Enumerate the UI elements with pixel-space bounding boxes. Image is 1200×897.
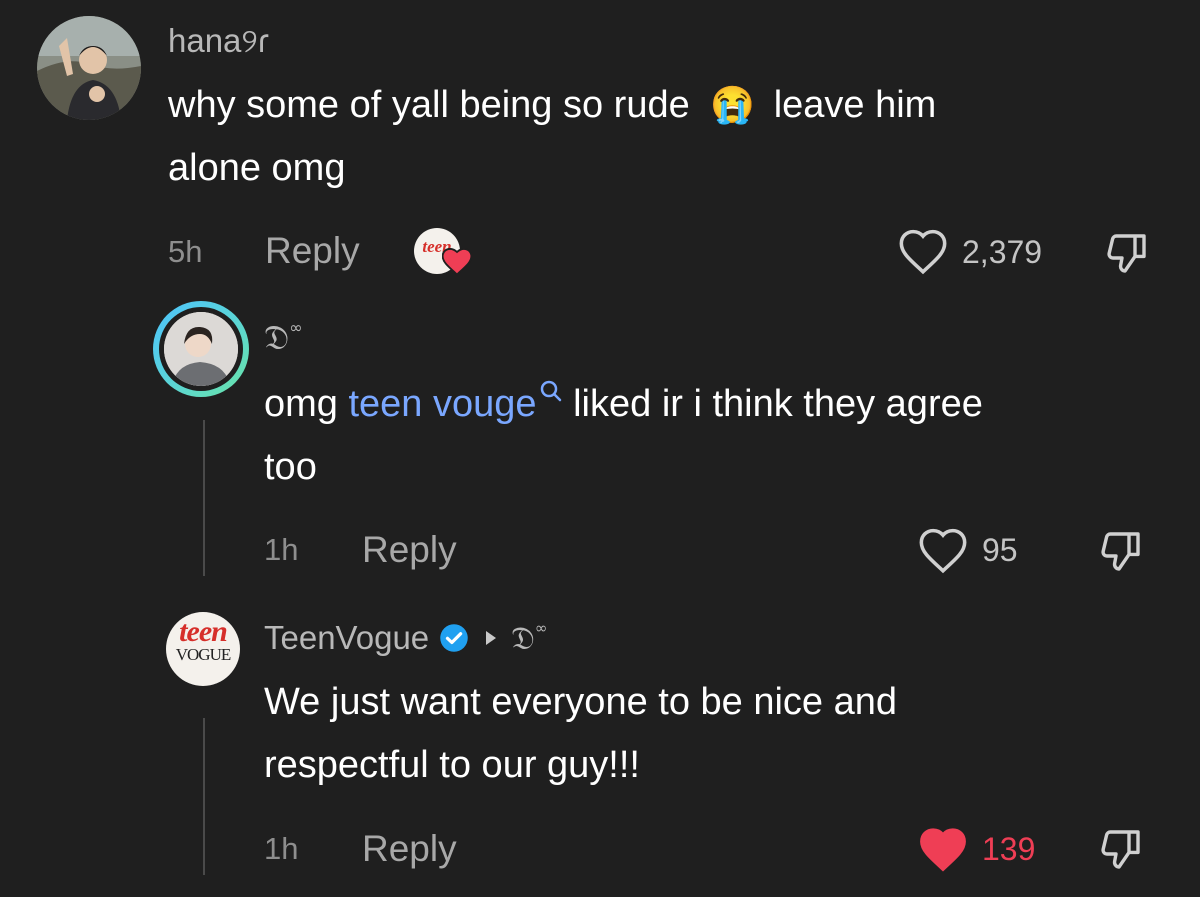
reply-to-sup: ∞ [534,618,548,637]
comment-text-line2: alone omg [168,147,346,189]
reply-arrow-icon [486,631,497,645]
reply-button[interactable]: Reply [265,230,360,272]
username-text: 𝔇 [264,318,290,358]
heart-icon [442,248,472,276]
comment-text: omg teen vouge liked ir i think they agr… [264,373,1184,499]
comment-username[interactable]: hana୨ɾ [168,22,269,61]
thumbs-down-icon[interactable] [1097,528,1147,576]
thumbs-down-icon[interactable] [1097,826,1147,874]
comment-text-line1: We just want everyone to be nice and [264,681,898,723]
story-ring[interactable] [153,301,249,397]
heart-icon[interactable] [898,229,948,275]
username-sup: ∞ [289,318,303,337]
search-icon [540,380,561,402]
reply-to-text: 𝔇 [511,618,535,657]
avatar-logo-bottom: VOGUE [175,645,232,664]
comment-text-post: liked ir i think they agree [562,383,983,425]
user-avatar [159,307,243,391]
crying-emoji-icon: 😭 [710,84,756,125]
comment-username-row: TeenVogue 𝔇∞ [264,618,547,658]
comment-text: why some of yall being so rude 😭 leave h… [168,73,1148,200]
comment-username[interactable]: 𝔇∞ [264,318,303,358]
reply-button[interactable]: Reply [362,828,457,870]
verified-badge-icon [440,624,468,652]
avatar-photo [164,312,238,386]
avatar-silhouette [164,312,238,386]
comment-timestamp: 1h [264,532,299,567]
mention-text: teen vouge [348,383,537,425]
avatar-photo [37,16,141,120]
avatar-logo-top: teen [179,615,228,648]
comment-text-line1: why some of yall being so rude [168,84,690,126]
heart-icon[interactable] [918,827,968,873]
creator-liked-badge: teen [414,228,472,278]
user-avatar[interactable] [37,16,141,120]
like-count: 2,379 [962,234,1043,270]
like-count: 139 [982,831,1036,867]
comment-text-pre: omg [264,383,349,425]
heart-icon[interactable] [918,528,968,574]
thumbs-down-icon[interactable] [1103,230,1153,278]
like-count: 95 [982,532,1018,568]
comment-timestamp: 5h [168,234,203,269]
thread-line [203,718,205,875]
comment-text-line2: too [264,446,317,488]
reply-to-username[interactable]: 𝔇∞ [511,619,547,658]
comment-text-line1b: leave him [773,84,937,126]
reply-button[interactable]: Reply [362,529,457,571]
search-suggestion-link[interactable]: teen vouge [348,380,562,425]
teen-vogue-avatar[interactable]: teen VOGUE [166,612,240,686]
comment-timestamp: 1h [264,831,299,866]
thread-line [203,420,205,576]
comment-username[interactable]: TeenVogue [264,619,429,657]
comment-text: We just want everyone to be nice and res… [264,671,1184,797]
comment-text-line2: respectful to our guy!!! [264,744,640,786]
